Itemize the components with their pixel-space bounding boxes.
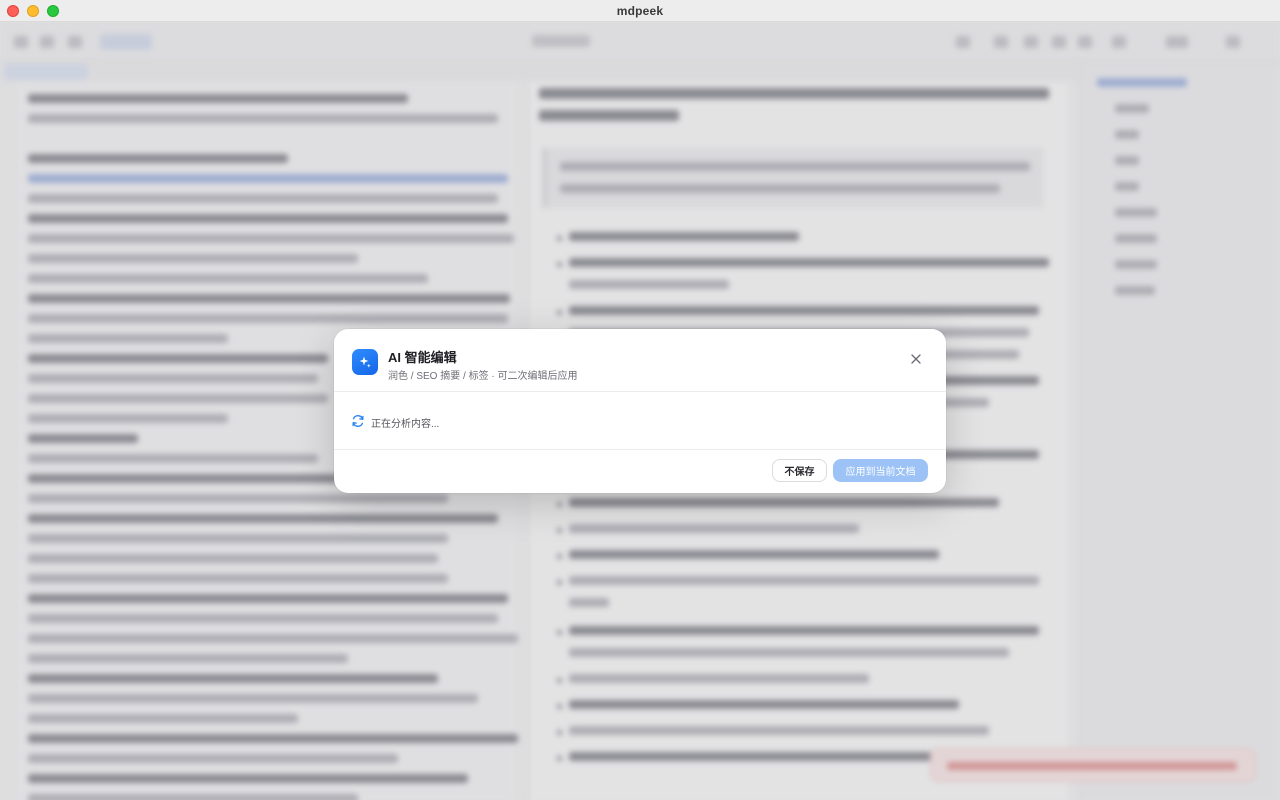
close-icon: [911, 354, 921, 364]
window-controls: [7, 5, 59, 17]
analysis-status-text: 正在分析内容...: [371, 419, 440, 430]
minimize-window-button[interactable]: [27, 5, 39, 17]
zoom-window-button[interactable]: [47, 5, 59, 17]
dialog-title: AI 智能编辑: [388, 350, 457, 365]
close-window-button[interactable]: [7, 5, 19, 17]
dialog-footer: 不保存 应用到当前文档: [334, 451, 946, 493]
ai-edit-dialog: AI 智能编辑 润色 / SEO 摘要 / 标签 · 可二次编辑后应用 正在分析…: [334, 329, 946, 493]
apply-to-document-button[interactable]: 应用到当前文档: [833, 459, 928, 482]
dialog-header: AI 智能编辑 润色 / SEO 摘要 / 标签 · 可二次编辑后应用: [334, 329, 946, 392]
refresh-spinner-icon: [352, 415, 364, 427]
discard-button[interactable]: 不保存: [772, 459, 827, 482]
ai-sparkle-icon: [352, 349, 378, 375]
dialog-body: 正在分析内容...: [334, 393, 946, 450]
dialog-subtitle: 润色 / SEO 摘要 / 标签 · 可二次编辑后应用: [388, 371, 578, 382]
close-dialog-button[interactable]: [904, 347, 928, 371]
app-window: mdpeek AI 智能编辑 润色 / SEO 摘要 / 标签 · 可二次编辑后…: [0, 0, 1280, 800]
window-title: mdpeek: [616, 3, 664, 18]
title-bar: mdpeek: [0, 0, 1280, 22]
